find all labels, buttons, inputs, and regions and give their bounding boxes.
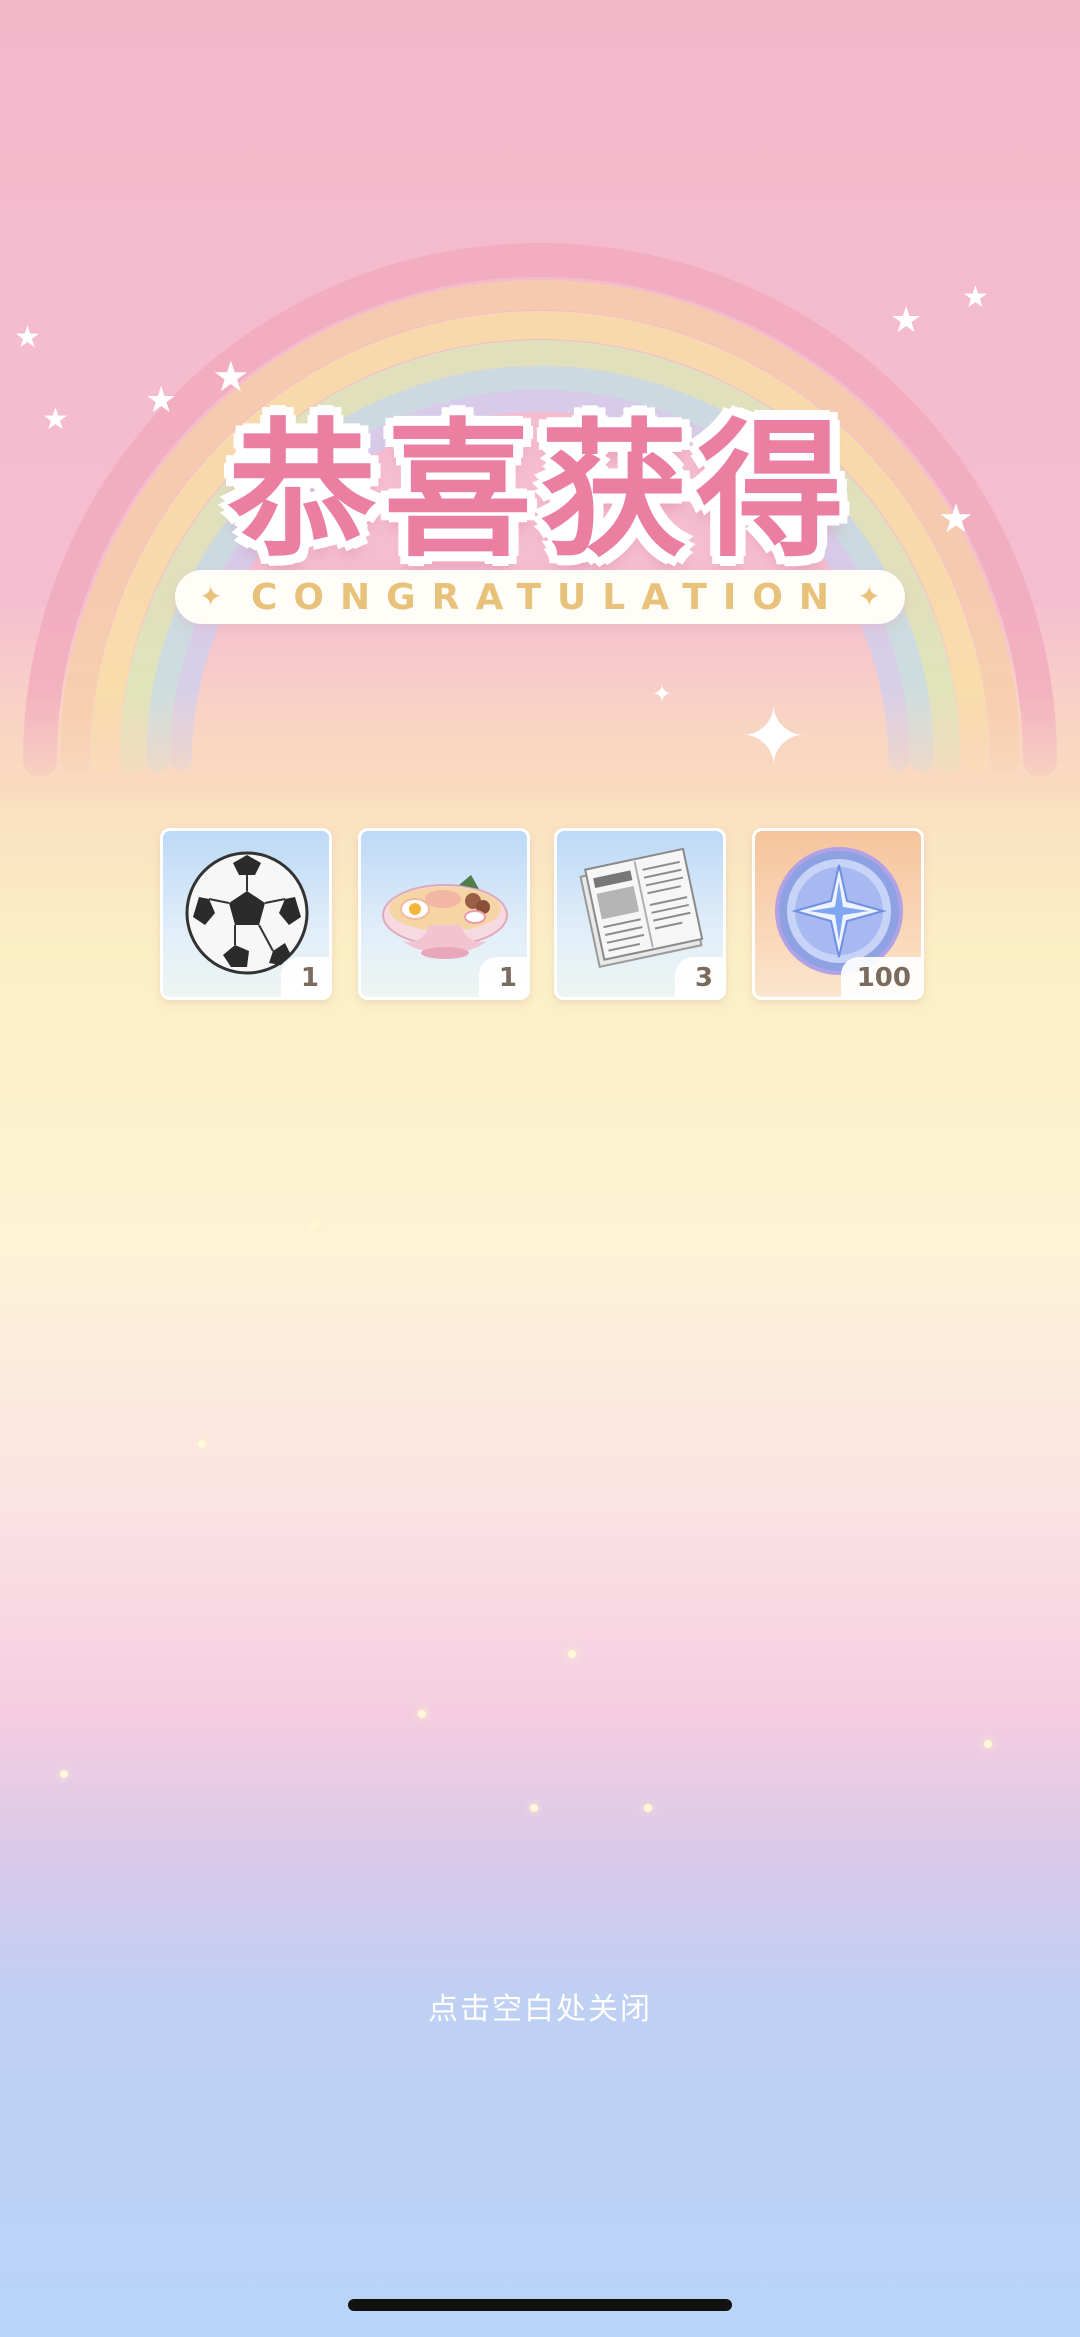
home-indicator[interactable] [348,2299,732,2311]
glow-dot [530,1804,538,1812]
sparkle-icon: ✦ [199,580,223,613]
glow-dot [418,1710,426,1718]
sparkle-icon: ✦ [857,580,881,613]
glow-dot [568,1650,576,1658]
close-hint[interactable]: 点击空白处关闭 [0,1984,1080,2028]
reward-quantity: 3 [675,957,723,997]
page-title: 恭喜获得 [228,405,852,577]
star-icon: ★ [890,300,923,341]
reward-item-star-coin[interactable]: 100 [752,828,924,1000]
glow-dot [984,1740,992,1748]
glow-dot [60,1770,68,1778]
glow-dot [198,1440,206,1448]
reward-quantity: 100 [840,957,921,997]
reward-item-soccer-ball[interactable]: 1 [160,828,332,1000]
reward-item-ramen[interactable]: 1 [358,828,530,1000]
glow-dot [310,1222,318,1230]
subtitle: CONGRATULATION [251,576,845,618]
subtitle-banner: ✦ CONGRATULATION ✦ [175,570,905,624]
star-icon: ★ [14,320,41,355]
reward-quantity: 1 [479,957,527,997]
reward-list: 1 1 3 100 [160,828,928,1004]
sparkle-icon: ✦ [740,690,808,783]
glow-dot [644,1804,652,1812]
reward-quantity: 1 [281,957,329,997]
star-icon: ★ [962,280,989,315]
sparkle-icon: ✦ [652,680,673,708]
reward-item-newspaper[interactable]: 3 [554,828,726,1000]
